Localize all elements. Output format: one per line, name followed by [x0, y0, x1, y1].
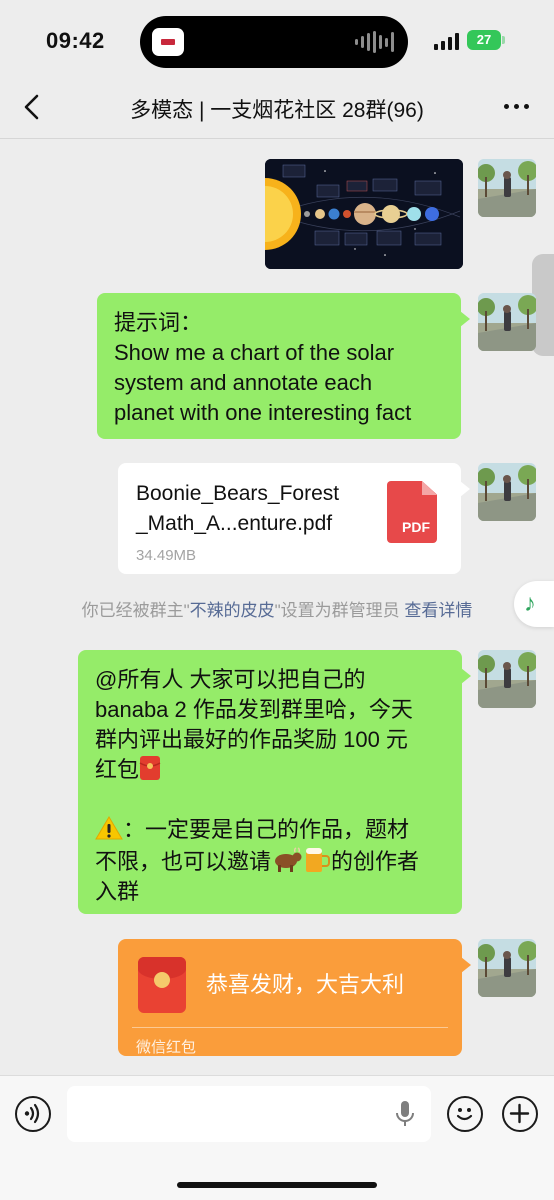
prompt-message-bubble[interactable]: 提示词： Show me a chart of the solar system… [97, 293, 470, 439]
file-name-line: Boonie_Bears_Forest [136, 482, 340, 505]
solar-system-image[interactable] [265, 159, 463, 269]
dynamic-island [140, 16, 408, 68]
announcement-line: 不限，也可以邀请 的创作者 [95, 845, 462, 877]
cellular-signal-icon [434, 32, 459, 50]
avatar[interactable] [478, 463, 536, 521]
audio-waveform-icon [355, 30, 394, 54]
announcement-text: 不限，也可以邀请 [95, 849, 272, 874]
system-notice: 你已经被群主"不辣的皮皮"设置为群管理员 查看详情 [0, 596, 554, 621]
red-envelope-emoji-icon [139, 756, 161, 780]
chat-title: 多模态 | 一支烟花社区 28群(96) [130, 99, 424, 122]
avatar[interactable] [478, 939, 536, 997]
notice-prefix: 你已经被群主" [81, 601, 190, 620]
home-indicator [177, 1182, 377, 1188]
chat-header: 多模态 | 一支烟花社区 28群(96) [0, 82, 554, 134]
file-message-card[interactable]: Boonie_Bears_Forest _Math_A...enture.pdf… [118, 463, 470, 574]
view-details-link[interactable]: 查看详情 [404, 601, 472, 620]
file-size: 34.49MB [136, 547, 197, 564]
file-name: Boonie_Bears_Forest _Math_A...enture.pdf [136, 479, 339, 539]
microphone-icon[interactable] [395, 1100, 415, 1128]
notice-owner-name[interactable]: 不辣的皮皮 [190, 601, 275, 620]
red-packet-icon [138, 957, 186, 1013]
announcement-line: @所有人 大家可以把自己的 [95, 667, 366, 692]
announcement-message-bubble[interactable]: @所有人 大家可以把自己的 banaba 2 作品发到群里哈，今天 群内评出最好… [78, 650, 471, 914]
avatar[interactable] [478, 650, 536, 708]
voice-icon[interactable] [15, 1096, 51, 1132]
battery-icon: 27 [467, 30, 505, 50]
prompt-line: planet with one interesting fact [114, 400, 412, 425]
announcement-line: 红包 [95, 755, 462, 785]
emoji-icon[interactable] [447, 1096, 483, 1132]
red-packet-footer: 微信红包 [136, 1039, 197, 1056]
notice-suffix: "设置为群管理员 [274, 601, 405, 620]
announcement-line: 入群 [95, 879, 140, 904]
ox-emoji-icon [275, 847, 302, 872]
music-note-icon: ♪ [524, 590, 536, 617]
plus-icon[interactable] [502, 1096, 538, 1132]
warning-emoji-icon [95, 816, 123, 840]
floating-music-tab[interactable]: ♪ [514, 581, 554, 627]
message-input[interactable] [67, 1086, 431, 1142]
header-divider [0, 138, 554, 139]
announcement-line: ：一定要是自己的作品，题材 [95, 815, 462, 845]
announcement-line: 群内评出最好的作品奖励 100 元 [95, 727, 408, 752]
prompt-line: Show me a chart of the solar [114, 340, 395, 365]
avatar[interactable] [478, 159, 536, 217]
announcement-line: banaba 2 作品发到群里哈，今天 [95, 697, 413, 722]
chat-input-bar [0, 1075, 554, 1200]
chevron-left-icon[interactable] [18, 92, 48, 122]
prompt-line: system and annotate each [114, 370, 373, 395]
pdf-type-label: PDF [402, 519, 430, 535]
avatar[interactable] [478, 293, 536, 351]
battery-level: 27 [476, 32, 492, 47]
beer-mug-emoji-icon [306, 848, 331, 872]
now-playing-app-icon [152, 28, 184, 56]
announcement-text: 的创作者 [331, 849, 420, 874]
red-packet-divider [132, 1027, 448, 1028]
announcement-text: 红包 [95, 757, 140, 782]
prompt-line: 提示词： [114, 310, 203, 335]
red-packet-card[interactable]: 恭喜发财，大吉大利 微信红包 [118, 939, 471, 1056]
file-name-line: _Math_A...enture.pdf [136, 512, 333, 535]
red-packet-title: 恭喜发财，大吉大利 [206, 972, 405, 997]
more-dots-icon[interactable] [500, 94, 532, 118]
status-time: 09:42 [46, 28, 105, 53]
announcement-text: ：一定要是自己的作品，题材 [123, 817, 410, 842]
status-bar: 09:42 27 [0, 0, 554, 82]
